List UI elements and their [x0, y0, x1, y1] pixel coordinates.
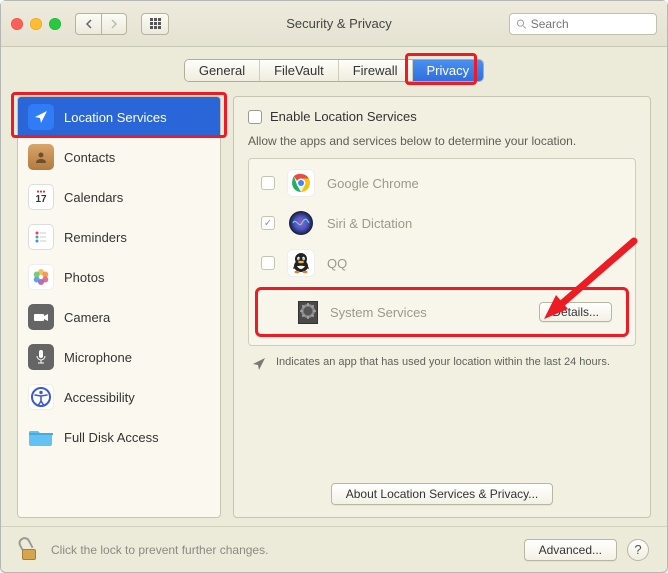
sidebar-item-label: Photos [64, 270, 104, 285]
details-button[interactable]: Details... [539, 302, 612, 322]
sidebar-item-label: Location Services [64, 110, 167, 125]
enable-location-label: Enable Location Services [270, 109, 417, 124]
enable-location-row[interactable]: Enable Location Services [248, 109, 636, 124]
calendar-icon: ●●● 17 [28, 184, 54, 210]
search-field[interactable] [509, 13, 657, 35]
indicator-text: Indicates an app that has used your loca… [276, 356, 610, 368]
tab-bar: General FileVault Firewall Privacy [1, 59, 667, 82]
lock-body-icon [22, 549, 36, 560]
tab-privacy[interactable]: Privacy [413, 60, 484, 81]
sidebar-item-label: Camera [64, 310, 110, 325]
sidebar-item-contacts[interactable]: Contacts [18, 137, 220, 177]
footer: Click the lock to prevent further change… [1, 526, 667, 572]
app-name: Siri & Dictation [327, 216, 412, 231]
app-checkbox[interactable]: ✓ [261, 216, 275, 230]
about-row: About Location Services & Privacy... [248, 477, 636, 505]
advanced-button[interactable]: Advanced... [524, 539, 617, 561]
app-name: Google Chrome [327, 176, 419, 191]
zoom-icon[interactable] [49, 18, 61, 30]
preferences-window: Security & Privacy General FileVault Fir… [0, 0, 668, 573]
search-icon [516, 18, 527, 30]
sidebar-item-label: Calendars [64, 190, 123, 205]
location-arrow-icon [28, 104, 54, 130]
qq-icon [287, 249, 315, 277]
sidebar-item-full-disk-access[interactable]: Full Disk Access [18, 417, 220, 457]
system-services-row: System Services Details... [260, 292, 624, 332]
chevron-left-icon [85, 19, 93, 29]
titlebar: Security & Privacy [1, 1, 667, 47]
system-services-label: System Services [330, 305, 527, 320]
search-input[interactable] [531, 17, 650, 31]
sidebar-item-label: Full Disk Access [64, 430, 159, 445]
location-services-panel: Enable Location Services Allow the apps … [233, 96, 651, 518]
gear-icon [298, 301, 318, 324]
close-icon[interactable] [11, 18, 23, 30]
sidebar-item-microphone[interactable]: Microphone [18, 337, 220, 377]
grid-icon [150, 18, 161, 29]
location-indicator-icon [252, 357, 266, 371]
camera-icon [28, 304, 54, 330]
siri-icon [287, 209, 315, 237]
lock-text: Click the lock to prevent further change… [51, 543, 514, 557]
sidebar-item-reminders[interactable]: Reminders [18, 217, 220, 257]
app-list: Google Chrome ✓ Siri & Dictation QQ [248, 158, 636, 346]
tab-firewall[interactable]: Firewall [339, 60, 413, 81]
privacy-sidebar[interactable]: Location Services Contacts ●●● 17 Calend… [17, 96, 221, 518]
chevron-right-icon [110, 19, 118, 29]
app-row-qq[interactable]: QQ [249, 243, 635, 283]
accessibility-icon [28, 384, 54, 410]
reminders-icon [28, 224, 54, 250]
sidebar-item-label: Microphone [64, 350, 132, 365]
microphone-icon [28, 344, 54, 370]
chrome-icon [287, 169, 315, 197]
sidebar-item-label: Reminders [64, 230, 127, 245]
tab-segmented: General FileVault Firewall Privacy [184, 59, 484, 82]
sidebar-item-label: Contacts [64, 150, 115, 165]
app-row-chrome[interactable]: Google Chrome [249, 163, 635, 203]
photos-icon [28, 264, 54, 290]
window-title: Security & Privacy [177, 16, 501, 31]
back-button[interactable] [75, 13, 101, 35]
contacts-icon [28, 144, 54, 170]
app-checkbox[interactable] [261, 256, 275, 270]
lock-button[interactable] [19, 537, 41, 563]
nav-buttons [75, 13, 127, 35]
sidebar-item-calendars[interactable]: ●●● 17 Calendars [18, 177, 220, 217]
app-checkbox[interactable] [261, 176, 275, 190]
show-all-button[interactable] [141, 13, 169, 35]
app-name: QQ [327, 256, 347, 271]
tab-general[interactable]: General [185, 60, 260, 81]
about-location-button[interactable]: About Location Services & Privacy... [331, 483, 554, 505]
enable-location-checkbox[interactable] [248, 110, 262, 124]
forward-button[interactable] [101, 13, 127, 35]
sidebar-item-camera[interactable]: Camera [18, 297, 220, 337]
sidebar-item-photos[interactable]: Photos [18, 257, 220, 297]
content-area: Location Services Contacts ●●● 17 Calend… [1, 82, 667, 526]
sidebar-item-location-services[interactable]: Location Services [18, 97, 220, 137]
minimize-icon[interactable] [30, 18, 42, 30]
indicator-row: Indicates an app that has used your loca… [248, 356, 636, 371]
app-row-siri[interactable]: ✓ Siri & Dictation [249, 203, 635, 243]
panel-description: Allow the apps and services below to det… [248, 134, 636, 148]
window-controls [11, 18, 61, 30]
sidebar-item-label: Accessibility [64, 390, 135, 405]
folder-icon [28, 424, 54, 450]
highlight-system-services: System Services Details... [255, 287, 629, 337]
tab-filevault[interactable]: FileVault [260, 60, 339, 81]
sidebar-item-accessibility[interactable]: Accessibility [18, 377, 220, 417]
help-button[interactable]: ? [627, 539, 649, 561]
